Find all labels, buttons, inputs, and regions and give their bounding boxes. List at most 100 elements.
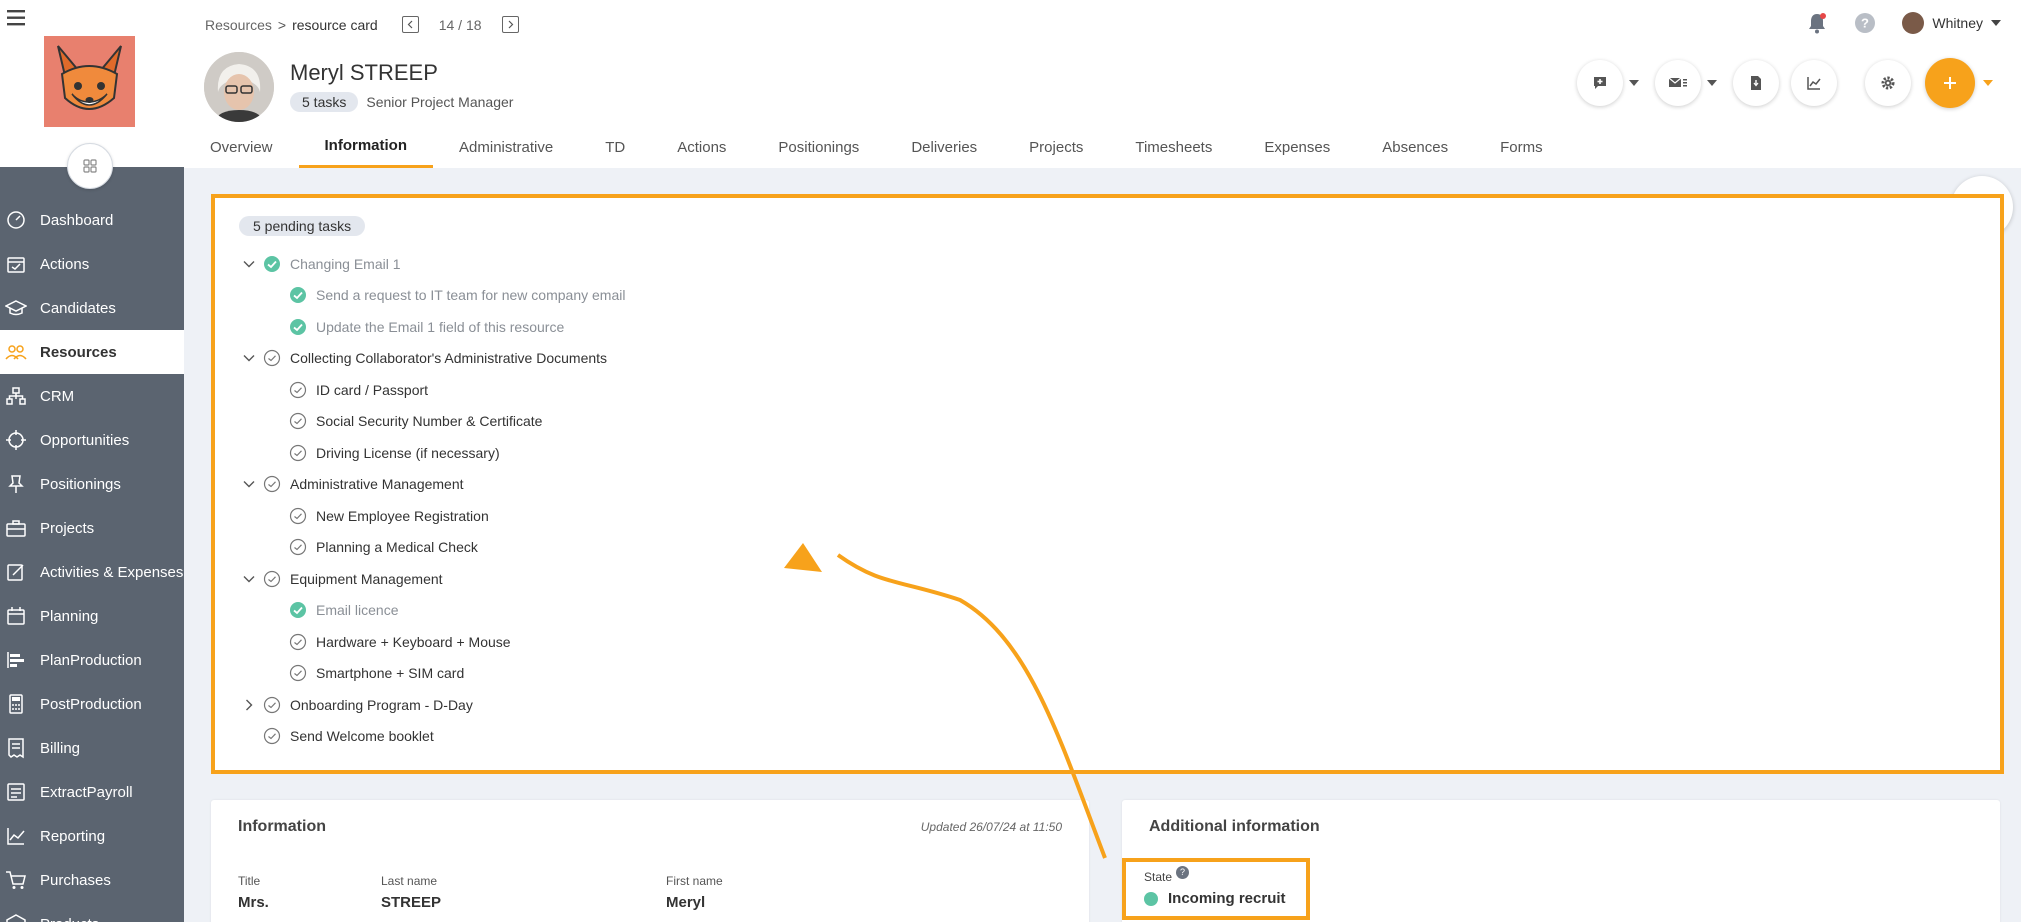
help-icon[interactable]: ? [1176,865,1190,879]
task-label[interactable]: Driving License (if necessary) [316,445,500,461]
task-label[interactable]: Send Welcome booklet [290,728,434,744]
sidebar-nav: Dashboard Actions Candidates Resources CRM Op… [0,198,184,922]
task-label[interactable]: Changing Email 1 [290,256,401,272]
check-circle-icon[interactable] [285,444,316,462]
check-circle-icon[interactable] [285,633,316,651]
chevron-right-icon[interactable] [239,695,259,715]
state-field[interactable]: State ? Incoming recruit [1122,858,1310,920]
check-circle-icon[interactable] [259,727,290,745]
task-label[interactable]: Smartphone + SIM card [316,665,464,681]
sidebar-item-dashboard[interactable]: Dashboard [0,198,184,242]
task-label[interactable]: Administrative Management [290,476,464,492]
add-note-dropdown[interactable] [1623,72,1645,94]
create-dropdown[interactable] [1977,72,1999,94]
sidebar-item-billing[interactable]: Billing [0,726,184,770]
sidebar-item-candidates[interactable]: Candidates [0,286,184,330]
previous-record-button[interactable] [401,16,419,33]
tab-projects[interactable]: Projects [1003,126,1109,168]
fox-logo[interactable] [44,36,135,127]
tab-timesheets[interactable]: Timesheets [1109,126,1238,168]
sidebar-item-actions[interactable]: Actions [0,242,184,286]
check-circle-icon[interactable] [285,538,316,556]
sidebar-item-postproduction[interactable]: PostProduction [0,682,184,726]
state-label-text: State [1144,870,1173,884]
tab-absences[interactable]: Absences [1356,126,1474,168]
task-label[interactable]: Planning a Medical Check [316,539,478,555]
sidebar-item-products[interactable]: Products [0,902,184,922]
caret-down-icon [1991,20,2001,26]
sidebar-item-label: Reporting [40,827,106,845]
tab-forms[interactable]: Forms [1474,126,1569,168]
create-button[interactable] [1925,58,1975,108]
tab-expenses[interactable]: Expenses [1238,126,1356,168]
task-label[interactable]: Update the Email 1 field of this resourc… [316,319,564,335]
apps-grid-button[interactable] [67,143,113,189]
help-icon[interactable]: ? [1854,12,1876,34]
chevron-down-icon[interactable] [239,348,259,368]
task-label[interactable]: Send a request to IT team for new compan… [316,287,625,303]
check-circle-icon[interactable] [259,475,290,493]
tab-information[interactable]: Information [298,126,434,168]
tasks-count-badge[interactable]: 5 tasks [290,92,359,112]
briefcase-icon [4,516,28,540]
title-field: Title Mrs. [238,874,269,911]
subtask-row: New Employee Registration [239,500,625,532]
sidebar-item-extractpayroll[interactable]: ExtractPayroll [0,770,184,814]
sidebar-item-planning[interactable]: Planning [0,594,184,638]
breadcrumb-resources-link[interactable]: Resources [205,17,272,33]
task-label[interactable]: Collecting Collaborator's Administrative… [290,350,607,366]
statistics-button[interactable] [1791,60,1837,106]
sidebar-item-planproduction[interactable]: PlanProduction [0,638,184,682]
sidebar-item-crm[interactable]: CRM [0,374,184,418]
tab-administrative[interactable]: Administrative [433,126,579,168]
check-circle-filled-icon[interactable] [259,255,290,273]
subtask-row: Hardware + Keyboard + Mouse [239,626,625,658]
sidebar-item-resources[interactable]: Resources [0,330,184,374]
settings-button[interactable] [1865,60,1911,106]
sidebar-item-opportunities[interactable]: Opportunities [0,418,184,462]
sidebar-item-purchases[interactable]: Purchases [0,858,184,902]
send-email-dropdown[interactable] [1701,72,1723,94]
task-label[interactable]: Hardware + Keyboard + Mouse [316,634,511,650]
check-circle-icon[interactable] [285,412,316,430]
export-document-button[interactable] [1733,60,1779,106]
tab-deliveries[interactable]: Deliveries [885,126,1003,168]
subtask-row: Update the Email 1 field of this resourc… [239,311,625,343]
tab-actions[interactable]: Actions [651,126,752,168]
tab-overview[interactable]: Overview [184,126,299,168]
task-row: Administrative Management [239,469,625,501]
hamburger-menu-icon[interactable] [6,8,28,28]
task-label[interactable]: Social Security Number & Certificate [316,413,542,429]
task-label[interactable]: Email licence [316,602,398,618]
notifications-bell-icon[interactable] [1806,12,1828,34]
sidebar-item-activities-expenses[interactable]: Activities & Expenses [0,550,184,594]
org-chart-icon [4,384,28,408]
tab-positionings[interactable]: Positionings [752,126,885,168]
check-circle-filled-icon[interactable] [285,286,316,304]
task-label[interactable]: ID card / Passport [316,382,428,398]
check-circle-icon[interactable] [259,696,290,714]
send-email-button[interactable] [1655,60,1701,106]
last-name-field: Last name STREEP [381,874,441,911]
sidebar-item-positionings[interactable]: Positionings [0,462,184,506]
subtask-row: Planning a Medical Check [239,532,625,564]
task-label[interactable]: New Employee Registration [316,508,489,524]
sidebar-item-reporting[interactable]: Reporting [0,814,184,858]
chevron-down-icon[interactable] [239,474,259,494]
chevron-down-icon[interactable] [239,569,259,589]
next-record-button[interactable] [501,16,519,33]
check-circle-filled-icon[interactable] [285,318,316,336]
check-circle-icon[interactable] [285,507,316,525]
check-circle-filled-icon[interactable] [285,601,316,619]
sidebar-item-projects[interactable]: Projects [0,506,184,550]
tab-td[interactable]: TD [579,126,651,168]
check-circle-icon[interactable] [259,349,290,367]
task-label[interactable]: Onboarding Program - D-Day [290,697,473,713]
check-circle-icon[interactable] [259,570,290,588]
check-circle-icon[interactable] [285,381,316,399]
task-label[interactable]: Equipment Management [290,571,443,587]
add-note-button[interactable] [1577,60,1623,106]
chevron-down-icon[interactable] [239,254,259,274]
check-circle-icon[interactable] [285,664,316,682]
user-menu[interactable]: Whitney [1902,12,2001,34]
